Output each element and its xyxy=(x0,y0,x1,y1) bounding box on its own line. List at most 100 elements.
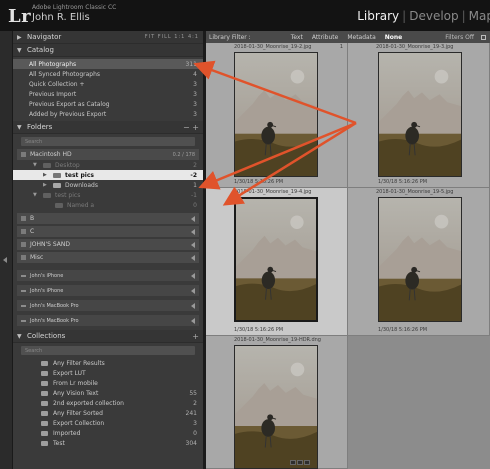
collapse-left-icon[interactable] xyxy=(3,257,7,263)
grid-cell[interactable]: 2018-01-30_Moonrise_19-3.jpg 1/30/18 5:1… xyxy=(348,43,490,188)
expand-triangle-icon[interactable]: ▶ xyxy=(43,172,51,178)
add-collection-button[interactable]: + xyxy=(192,332,199,341)
volume-misc[interactable]: Misc xyxy=(17,252,199,263)
volume-c[interactable]: C xyxy=(17,226,199,237)
collection-label: Any Filter Sorted xyxy=(53,409,103,417)
grid-cell[interactable]: 2018-01-30_Moonrise_19-HDR.dng xyxy=(206,336,348,469)
device-johns-macbook-pro-2[interactable]: John's MacBook Pro xyxy=(17,315,199,326)
expand-triangle-icon[interactable]: ▼ xyxy=(33,192,41,198)
catalog-item-all-synced[interactable]: All Synced Photographs 4 xyxy=(13,69,203,79)
expand-triangle-icon[interactable]: ▶ xyxy=(43,182,51,188)
volume-johns-sand[interactable]: JOHN'S SAND xyxy=(17,239,199,250)
expand-device-icon[interactable] xyxy=(191,302,195,309)
photo-thumbnail[interactable] xyxy=(378,52,462,177)
device-johns-iphone-2[interactable]: John's iPhone xyxy=(17,285,199,296)
filter-metadata-button[interactable]: Metadata xyxy=(347,34,375,41)
photo-filename: 2018-01-30_Moonrise_19-2.jpg xyxy=(234,44,312,50)
volume-b[interactable]: B xyxy=(17,213,199,224)
catalog-title: Catalog xyxy=(27,46,54,54)
folder-icon xyxy=(55,202,63,208)
collection-from-lr-mobile[interactable]: From Lr mobile xyxy=(13,378,203,388)
collection-any-filter-results[interactable]: Any Filter Results xyxy=(13,358,203,368)
photo-thumbnail[interactable] xyxy=(234,197,318,322)
collapse-arrow-icon: ▼ xyxy=(17,123,22,131)
catalog-header[interactable]: ▼ Catalog xyxy=(13,44,203,57)
left-panel-edge[interactable] xyxy=(0,31,13,469)
filter-presets-dropdown[interactable]: Filters Off xyxy=(445,34,474,41)
collections-header[interactable]: ▼ Collections + xyxy=(13,330,203,343)
device-johns-macbook-pro[interactable]: John's MacBook Pro xyxy=(17,300,199,311)
grid-cell[interactable]: 2018-01-30_Moonrise_19-5.jpg 1/30/18 5:1… xyxy=(348,188,490,336)
expand-triangle-icon[interactable]: ▼ xyxy=(33,162,41,168)
catalog-item-count: 4 xyxy=(193,70,197,78)
collection-imported[interactable]: Imported 0 xyxy=(13,428,203,438)
catalog-item-count: 3 xyxy=(193,110,197,118)
collections-search-input[interactable]: Search xyxy=(21,346,195,355)
grid-cell-selected[interactable]: 2018-01-30_Moonrise_19-4.jpg 1/30/18 5:1… xyxy=(206,188,348,336)
folder-named-a[interactable]: Named a 0 xyxy=(13,200,203,210)
folder-test-pics-missing[interactable]: ▼ test pics -1 xyxy=(13,190,203,200)
collection-test[interactable]: Test 304 xyxy=(13,438,203,448)
folder-label: test pics xyxy=(65,171,94,179)
thumbnail-image xyxy=(236,215,316,320)
folders-search-input[interactable]: Search xyxy=(21,137,195,146)
collection-icon xyxy=(41,430,48,436)
folder-test-pics-selected[interactable]: ▶ test pics -2 xyxy=(13,170,203,180)
add-remove-folder-button[interactable]: − + xyxy=(183,123,199,132)
metadata-badge-icon[interactable] xyxy=(290,460,296,465)
collection-2nd-exported[interactable]: 2nd exported collection 2 xyxy=(13,398,203,408)
collection-count: 55 xyxy=(189,389,197,397)
filter-lock-icon[interactable] xyxy=(481,34,486,40)
expand-device-icon[interactable] xyxy=(191,317,195,324)
volume-label: B xyxy=(30,215,35,222)
drive-icon xyxy=(21,242,26,247)
device-label: John's iPhone xyxy=(30,272,64,279)
catalog-item-all-photographs[interactable]: All Photographs 311 xyxy=(13,59,203,69)
filter-none-button[interactable]: None xyxy=(385,34,402,41)
expand-device-icon[interactable] xyxy=(191,272,195,279)
device-johns-iphone[interactable]: John's iPhone xyxy=(17,270,199,281)
filter-text-button[interactable]: Text xyxy=(291,34,303,41)
collection-export-lut[interactable]: Export LUT xyxy=(13,368,203,378)
photo-thumbnail[interactable] xyxy=(234,52,318,177)
collection-export-collection[interactable]: Export Collection 3 xyxy=(13,418,203,428)
thumbnail-image xyxy=(379,69,461,176)
catalog-item-label: Added by Previous Export xyxy=(29,110,107,118)
device-icon xyxy=(21,319,26,322)
navigator-header[interactable]: ▶ Navigator FIT FILL 1:1 4:1 xyxy=(13,31,203,44)
navigator-zoom-options[interactable]: FIT FILL 1:1 4:1 xyxy=(145,34,199,40)
grid-cell[interactable]: 2018-01-30_Moonrise_19-2.jpg 1 1/30/18 5… xyxy=(206,43,348,188)
catalog-item-added-by-previous-export[interactable]: Added by Previous Export 3 xyxy=(13,109,203,119)
expand-volume-icon[interactable] xyxy=(191,254,195,261)
folder-label: test pics xyxy=(55,191,81,199)
collection-any-vision-text[interactable]: Any Vision Text 55 xyxy=(13,388,203,398)
filter-attribute-button[interactable]: Attribute xyxy=(312,34,339,41)
expand-volume-icon[interactable] xyxy=(191,215,195,222)
catalog-item-previous-import[interactable]: Previous Import 3 xyxy=(13,89,203,99)
catalog-item-previous-export-catalog[interactable]: Previous Export as Catalog 3 xyxy=(13,99,203,109)
expand-volume-icon[interactable] xyxy=(191,228,195,235)
folders-header[interactable]: ▼ Folders − + xyxy=(13,121,203,134)
photo-filename: 2018-01-30_Moonrise_19-4.jpg xyxy=(234,189,312,195)
module-map[interactable]: Map xyxy=(469,9,490,23)
crop-badge-icon[interactable] xyxy=(297,460,303,465)
volume-macintosh-hd[interactable]: Macintosh HD 0.2 / 178 xyxy=(17,149,199,160)
drive-icon xyxy=(21,255,26,260)
module-picker: Library|Develop|Map xyxy=(357,9,490,23)
folder-desktop[interactable]: ▼ Desktop 2 xyxy=(13,160,203,170)
develop-badge-icon[interactable] xyxy=(304,460,310,465)
photo-capture-date: 1/30/18 5:16:26 PM xyxy=(378,327,428,333)
expand-volume-icon[interactable] xyxy=(191,241,195,248)
photo-thumbnail[interactable] xyxy=(234,345,318,469)
module-library[interactable]: Library xyxy=(357,9,399,23)
folder-downloads[interactable]: ▶ Downloads 1 xyxy=(13,180,203,190)
catalog-item-quick-collection[interactable]: Quick Collection + 3 xyxy=(13,79,203,89)
expand-device-icon[interactable] xyxy=(191,287,195,294)
collection-any-filter-sorted[interactable]: Any Filter Sorted 241 xyxy=(13,408,203,418)
photo-thumbnail[interactable] xyxy=(378,197,462,322)
lightroom-logo: Lr xyxy=(8,6,32,27)
drive-icon xyxy=(21,216,26,221)
collapse-arrow-icon: ▼ xyxy=(17,332,22,340)
collection-icon xyxy=(41,400,48,406)
module-develop[interactable]: Develop xyxy=(409,9,458,23)
